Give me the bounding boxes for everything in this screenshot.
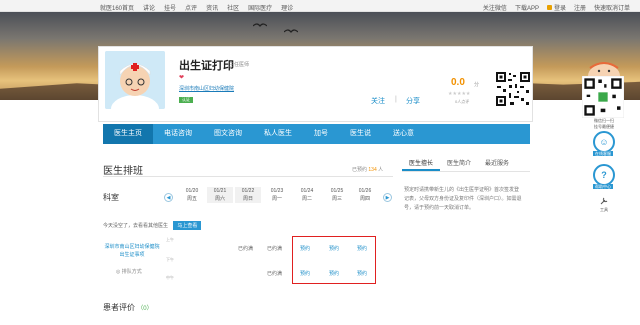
verified-badge: 认证 — [179, 97, 193, 103]
top-bar: 就医160首页 讲论 挂号 点评 资讯 社区 国际医疗 理诊 关注微信 下载AP… — [0, 0, 640, 12]
follow-button[interactable]: 关注 — [371, 96, 385, 106]
tab-send-gift[interactable]: 送心意 — [382, 124, 425, 144]
login-link[interactable]: 登录 — [546, 3, 566, 12]
rating-unit: 分 — [474, 82, 480, 88]
tab-private-doctor[interactable]: 私人医生 — [253, 124, 303, 144]
bird-icon — [284, 29, 298, 33]
lock-icon — [546, 5, 552, 10]
doctor-hospital-link[interactable]: 深圳市南山区妇幼保健院 — [179, 85, 234, 92]
doctor-avatar — [105, 51, 165, 109]
online-service-button[interactable]: 在线客服 — [593, 151, 613, 156]
tools-label: 工具 — [600, 207, 608, 212]
side-divider — [402, 171, 530, 172]
top-link-international[interactable]: 国际医疗 — [248, 3, 272, 12]
top-link-community[interactable]: 社区 — [227, 3, 239, 12]
date-col-3: 01/23 周一 — [270, 188, 284, 202]
doctor-nav-bar: 医生主页 电话咨询 图文咨询 私人医生 加号 医生说 送心意 — [103, 124, 530, 144]
divider: | — [395, 96, 397, 103]
date-col-2: 01/22 周日 — [235, 187, 261, 203]
side-tabs: 医生擅长 医生简介 最近服务 — [402, 157, 530, 171]
patient-reviews-heading: 患者评价 （0） — [103, 303, 153, 312]
share-button[interactable]: 分享 — [406, 96, 420, 106]
specialty-text: 预定时请携带新生儿的《出生医学证明》首次签发登记表，父母双方身份证及复印件（深圳… — [404, 187, 522, 211]
bird-icon — [253, 23, 267, 27]
qr-code-icon — [495, 71, 531, 107]
top-link-speech[interactable]: 讲论 — [143, 3, 155, 12]
tab-doctor-specialty[interactable]: 医生擅长 — [402, 157, 441, 171]
appointment-count: 已预约 134 人 — [352, 167, 384, 173]
slot-full: 已约满 — [267, 246, 283, 252]
rating-score: 0.0 — [451, 77, 465, 88]
tools-icon[interactable] — [599, 196, 609, 206]
quick-cancel-link[interactable]: 快速取消订单 — [594, 3, 630, 12]
help-icon[interactable]: ? — [593, 164, 615, 186]
top-link-register[interactable]: 挂号 — [164, 3, 176, 12]
top-link-consult[interactable]: 理诊 — [281, 3, 293, 12]
date-col-6: 01/26 周四 — [358, 188, 372, 202]
shift-noon: 中午 — [166, 275, 174, 280]
queue-method: ◎ 排队方式 — [116, 269, 142, 275]
heart-icon: ❤ — [179, 75, 185, 81]
schedule-title: 医生排班 — [103, 166, 143, 177]
date-col-0: 01/20 周五 — [185, 188, 199, 202]
view-now-button[interactable]: 马上查看 — [173, 221, 202, 230]
shift-afternoon: 下午 — [166, 257, 174, 262]
date-col-1: 01/21 周六 — [207, 187, 233, 203]
department-label: 科室 — [103, 193, 119, 202]
rating-stars: ★★★★★ — [448, 91, 471, 97]
no-slot-tip: 今天没空了，去看看其他医生 马上查看 — [103, 221, 202, 230]
follow-wechat-link[interactable]: 关注微信 — [483, 3, 507, 12]
date-col-5: 01/25 周三 — [330, 188, 344, 202]
tab-doctor-intro[interactable]: 医生简介 — [440, 157, 478, 171]
top-link-home[interactable]: 就医160首页 — [100, 3, 134, 12]
date-col-4: 01/24 周二 — [300, 188, 314, 202]
top-right: 关注微信 下载APP 登录 注册 快速取消订单 — [483, 3, 630, 12]
tab-text-consult[interactable]: 图文咨询 — [203, 124, 253, 144]
tab-recent-service[interactable]: 最近服务 — [478, 157, 516, 171]
next-week-icon[interactable]: ▶ — [383, 193, 392, 202]
download-app-link[interactable]: 下载APP — [515, 3, 539, 12]
tab-phone-consult[interactable]: 电话咨询 — [153, 124, 203, 144]
wechat-qr-icon — [582, 76, 624, 118]
shift-morning: 上午 — [166, 237, 174, 242]
top-links: 就医160首页 讲论 挂号 点评 资讯 社区 国际医疗 理诊 — [100, 3, 293, 12]
doctor-profile-card: 出生证打印 主任医师 ❤ 深圳市南山区妇幼保健院 认证 关注 | 分享 0.0 … — [98, 46, 533, 122]
register-link[interactable]: 注册 — [574, 3, 586, 12]
mascot-icon — [588, 62, 620, 76]
help-center-button[interactable]: 帮助中心 — [593, 184, 613, 189]
prev-week-icon[interactable]: ◀ — [164, 193, 173, 202]
doctor-title: 主任医师 — [229, 62, 250, 68]
slot-full: 已约满 — [238, 246, 254, 252]
slot-full: 已约满 — [267, 271, 283, 277]
tab-doctor-home[interactable]: 医生主页 — [103, 124, 153, 144]
wechat-caption: 微信扫一扫 挂号最便捷 — [594, 118, 614, 129]
reviewer-count: 0人点评 — [455, 99, 470, 104]
top-link-news[interactable]: 资讯 — [206, 3, 218, 12]
tab-doctor-says[interactable]: 医生说 — [339, 124, 382, 144]
tab-extra-appointment[interactable]: 加号 — [303, 124, 339, 144]
top-link-review[interactable]: 点评 — [185, 3, 197, 12]
chat-icon[interactable]: ☺ — [593, 131, 615, 153]
doctor-name: 出生证打印 — [179, 60, 234, 72]
row-hospital-link[interactable]: 深圳市南山区妇幼保健院出生证事项 — [104, 243, 160, 259]
highlight-box — [292, 236, 376, 284]
schedule-divider — [103, 176, 393, 177]
